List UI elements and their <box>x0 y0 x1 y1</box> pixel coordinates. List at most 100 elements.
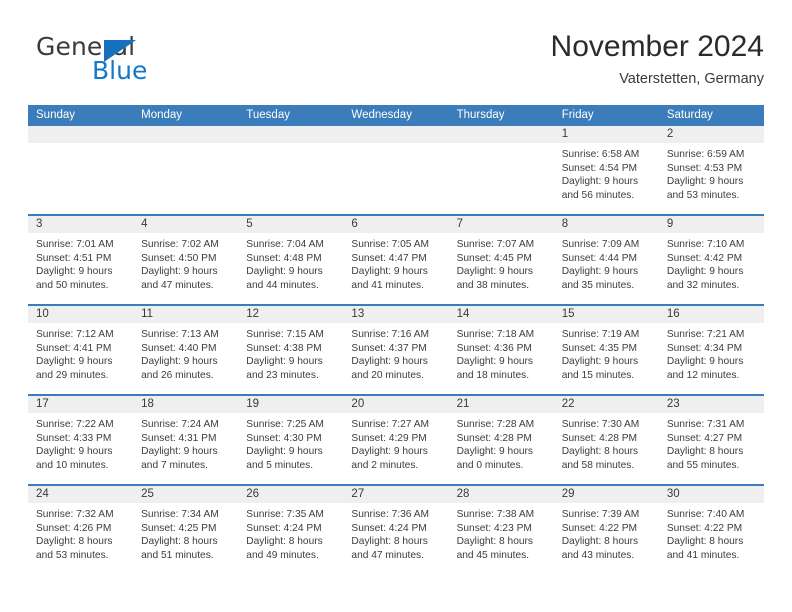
day-cell-body: Sunrise: 7:13 AM Sunset: 4:40 PM Daylight:… <box>133 323 238 382</box>
sunrise-text: Sunrise: 7:39 AM <box>561 509 640 520</box>
day-number-band: 20 <box>343 396 449 413</box>
day-cell-25[interactable]: 25 Sunrise: 7:34 AM Sunset: 4:25 PM Dayligh… <box>133 486 239 574</box>
day-cell-body: Sunrise: 7:22 AM Sunset: 4:33 PM Daylight:… <box>28 413 133 472</box>
daylight-text-line1: Daylight: 9 hours <box>351 266 428 278</box>
sunset-text: Sunset: 4:42 PM <box>666 252 743 264</box>
daylight-text-line1: Daylight: 9 hours <box>666 176 744 188</box>
sunrise-text: Sunrise: 7:25 AM <box>246 419 324 430</box>
day-cell-body: Sunrise: 7:01 AM Sunset: 4:51 PM Daylight:… <box>28 233 133 292</box>
day-cell-16[interactable]: 16 Sunrise: 7:21 AM Sunset: 4:34 PM Dayligh… <box>658 306 764 394</box>
day-cell-12[interactable]: 12 Sunrise: 7:15 AM Sunset: 4:38 PM Dayligh… <box>238 306 344 394</box>
sunset-text: Sunset: 4:48 PM <box>246 252 322 264</box>
day-cell-24[interactable]: 24 Sunrise: 7:32 AM Sunset: 4:26 PM Dayligh… <box>28 486 134 574</box>
day-cell-21[interactable]: 21 Sunrise: 7:28 AM Sunset: 4:28 PM Dayligh… <box>448 396 554 484</box>
day-cell-6[interactable]: 6 Sunrise: 7:05 AM Sunset: 4:47 PM Daylight… <box>343 216 449 304</box>
day-number-band: 2 <box>658 126 764 143</box>
day-cell-body: Sunrise: 7:35 AM Sunset: 4:24 PM Daylight:… <box>238 503 343 562</box>
day-cell-27[interactable]: 27 Sunrise: 7:36 AM Sunset: 4:24 PM Dayligh… <box>343 486 449 574</box>
daylight-text-line2: and 12 minutes. <box>666 369 740 381</box>
weekday-header-row: Sunday Monday Tuesday Wednesday Thursday Frid… <box>28 105 764 126</box>
sunset-text: Sunset: 4:44 PM <box>561 252 638 264</box>
day-number-band: 8 <box>553 216 659 233</box>
sunrise-text: Sunrise: 7:32 AM <box>36 509 114 520</box>
calendar-week-row: 24 Sunrise: 7:32 AM Sunset: 4:26 PM Dayligh… <box>28 484 764 574</box>
day-cell-23[interactable]: 23 Sunrise: 7:31 AM Sunset: 4:27 PM Dayligh… <box>658 396 764 484</box>
sunrise-text: Sunrise: 7:35 AM <box>246 509 324 520</box>
day-cell-14[interactable]: 14 Sunrise: 7:18 AM Sunset: 4:36 PM Dayligh… <box>448 306 554 394</box>
day-cell-13[interactable]: 13 Sunrise: 7:16 AM Sunset: 4:37 PM Dayligh… <box>343 306 449 394</box>
day-cell-11[interactable]: 11 Sunrise: 7:13 AM Sunset: 4:40 PM Dayligh… <box>133 306 239 394</box>
daylight-text-line1: Daylight: 8 hours <box>561 446 639 458</box>
calendar-weeks: 1 Sunrise: 6:58 AM Sunset: 4:54 PM Daylight… <box>28 126 764 574</box>
day-cell-4[interactable]: 4 Sunrise: 7:02 AM Sunset: 4:50 PM Daylight… <box>133 216 239 304</box>
daylight-text-line2: and 51 minutes. <box>141 549 214 561</box>
sunset-text: Sunset: 4:23 PM <box>456 522 532 534</box>
day-cell-28[interactable]: 28 Sunrise: 7:38 AM Sunset: 4:23 PM Dayligh… <box>448 486 554 574</box>
daylight-text-line2: and 29 minutes. <box>36 369 109 381</box>
day-number: 6 <box>351 218 358 230</box>
day-cell-body: Sunrise: 7:39 AM Sunset: 4:22 PM Daylight:… <box>554 503 659 562</box>
day-cell-body: Sunrise: 7:19 AM Sunset: 4:35 PM Daylight:… <box>554 323 659 382</box>
day-cell-15[interactable]: 15 Sunrise: 7:19 AM Sunset: 4:35 PM Dayligh… <box>553 306 659 394</box>
brand-logo[interactable]: General Blue <box>28 32 208 94</box>
day-cell-1[interactable]: 1 Sunrise: 6:58 AM Sunset: 4:54 PM Daylight… <box>553 126 659 214</box>
daylight-text-line2: and 47 minutes. <box>351 549 424 561</box>
sunrise-text: Sunrise: 7:38 AM <box>456 509 535 520</box>
calendar-grid: Sunday Monday Tuesday Wednesday Thursday Frid… <box>28 105 764 574</box>
day-cell-body: Sunrise: 7:25 AM Sunset: 4:30 PM Daylight:… <box>238 413 343 472</box>
daylight-text-line1: Daylight: 9 hours <box>561 266 639 278</box>
day-cell-26[interactable]: 26 Sunrise: 7:35 AM Sunset: 4:24 PM Dayligh… <box>238 486 344 574</box>
sunrise-text: Sunrise: 7:05 AM <box>351 239 430 250</box>
day-cell-29[interactable]: 29 Sunrise: 7:39 AM Sunset: 4:22 PM Dayligh… <box>553 486 659 574</box>
day-cell-22[interactable]: 22 Sunrise: 7:30 AM Sunset: 4:28 PM Dayligh… <box>553 396 659 484</box>
sunset-text: Sunset: 4:40 PM <box>141 342 217 354</box>
day-cell-17[interactable]: 17 Sunrise: 7:22 AM Sunset: 4:33 PM Dayligh… <box>28 396 134 484</box>
sunset-text: Sunset: 4:28 PM <box>561 432 638 444</box>
sunrise-text: Sunrise: 7:02 AM <box>141 239 219 250</box>
sunset-text: Sunset: 4:34 PM <box>666 342 743 354</box>
day-number-band: 27 <box>343 486 449 503</box>
daylight-text-line2: and 2 minutes. <box>351 459 419 471</box>
day-number: 4 <box>141 218 148 230</box>
sunset-text: Sunset: 4:26 PM <box>36 522 112 534</box>
day-cell-8[interactable]: 8 Sunrise: 7:09 AM Sunset: 4:44 PM Daylight… <box>553 216 659 304</box>
day-number-band: 7 <box>448 216 554 233</box>
daylight-text-line1: Daylight: 9 hours <box>36 356 113 368</box>
day-number-band: 22 <box>553 396 659 413</box>
day-cell-10[interactable]: 10 Sunrise: 7:12 AM Sunset: 4:41 PM Dayligh… <box>28 306 134 394</box>
day-number-band: 26 <box>238 486 344 503</box>
day-cell-7[interactable]: 7 Sunrise: 7:07 AM Sunset: 4:45 PM Daylight… <box>448 216 554 304</box>
weekday-header-thursday: Thursday <box>456 109 505 121</box>
day-number: 12 <box>246 308 260 320</box>
day-number-band: 15 <box>553 306 659 323</box>
sunset-text: Sunset: 4:38 PM <box>246 342 322 354</box>
day-cell-body: Sunrise: 7:12 AM Sunset: 4:41 PM Daylight:… <box>28 323 133 382</box>
day-cell-19[interactable]: 19 Sunrise: 7:25 AM Sunset: 4:30 PM Dayligh… <box>238 396 344 484</box>
day-cell-2[interactable]: 2 Sunrise: 6:59 AM Sunset: 4:53 PM Daylight… <box>658 126 764 214</box>
day-cell-body: Sunrise: 7:32 AM Sunset: 4:26 PM Daylight:… <box>28 503 133 562</box>
sunrise-text: Sunrise: 7:28 AM <box>456 419 535 430</box>
sunset-text: Sunset: 4:41 PM <box>36 342 112 354</box>
sunset-text: Sunset: 4:29 PM <box>351 432 427 444</box>
sunset-text: Sunset: 4:22 PM <box>561 522 638 534</box>
daylight-text-line2: and 7 minutes. <box>141 459 208 471</box>
day-number: 21 <box>456 398 470 410</box>
day-cell-9[interactable]: 9 Sunrise: 7:10 AM Sunset: 4:42 PM Daylight… <box>658 216 764 304</box>
day-cell-3[interactable]: 3 Sunrise: 7:01 AM Sunset: 4:51 PM Daylight… <box>28 216 134 304</box>
daylight-text-line2: and 44 minutes. <box>246 279 319 291</box>
day-cell-body: Sunrise: 7:02 AM Sunset: 4:50 PM Daylight:… <box>133 233 238 292</box>
sunset-text: Sunset: 4:33 PM <box>36 432 112 444</box>
day-cell-18[interactable]: 18 Sunrise: 7:24 AM Sunset: 4:31 PM Dayligh… <box>133 396 239 484</box>
day-cell-20[interactable]: 20 Sunrise: 7:27 AM Sunset: 4:29 PM Dayligh… <box>343 396 449 484</box>
day-cell-30[interactable]: 30 Sunrise: 7:40 AM Sunset: 4:22 PM Dayligh… <box>658 486 764 574</box>
sunrise-text: Sunrise: 7:27 AM <box>351 419 430 430</box>
day-number: 15 <box>561 308 575 320</box>
sunset-text: Sunset: 4:25 PM <box>141 522 217 534</box>
day-cell-body: Sunrise: 7:30 AM Sunset: 4:28 PM Daylight:… <box>554 413 659 472</box>
daylight-text-line1: Daylight: 9 hours <box>351 356 428 368</box>
day-cell-5[interactable]: 5 Sunrise: 7:04 AM Sunset: 4:48 PM Daylight… <box>238 216 344 304</box>
day-number: 7 <box>456 218 463 230</box>
calendar-week-inner: 17 Sunrise: 7:22 AM Sunset: 4:33 PM Dayligh… <box>28 396 764 484</box>
calendar-week-inner: 1 Sunrise: 6:58 AM Sunset: 4:54 PM Daylight… <box>28 126 764 214</box>
daylight-text-line2: and 45 minutes. <box>456 549 530 561</box>
